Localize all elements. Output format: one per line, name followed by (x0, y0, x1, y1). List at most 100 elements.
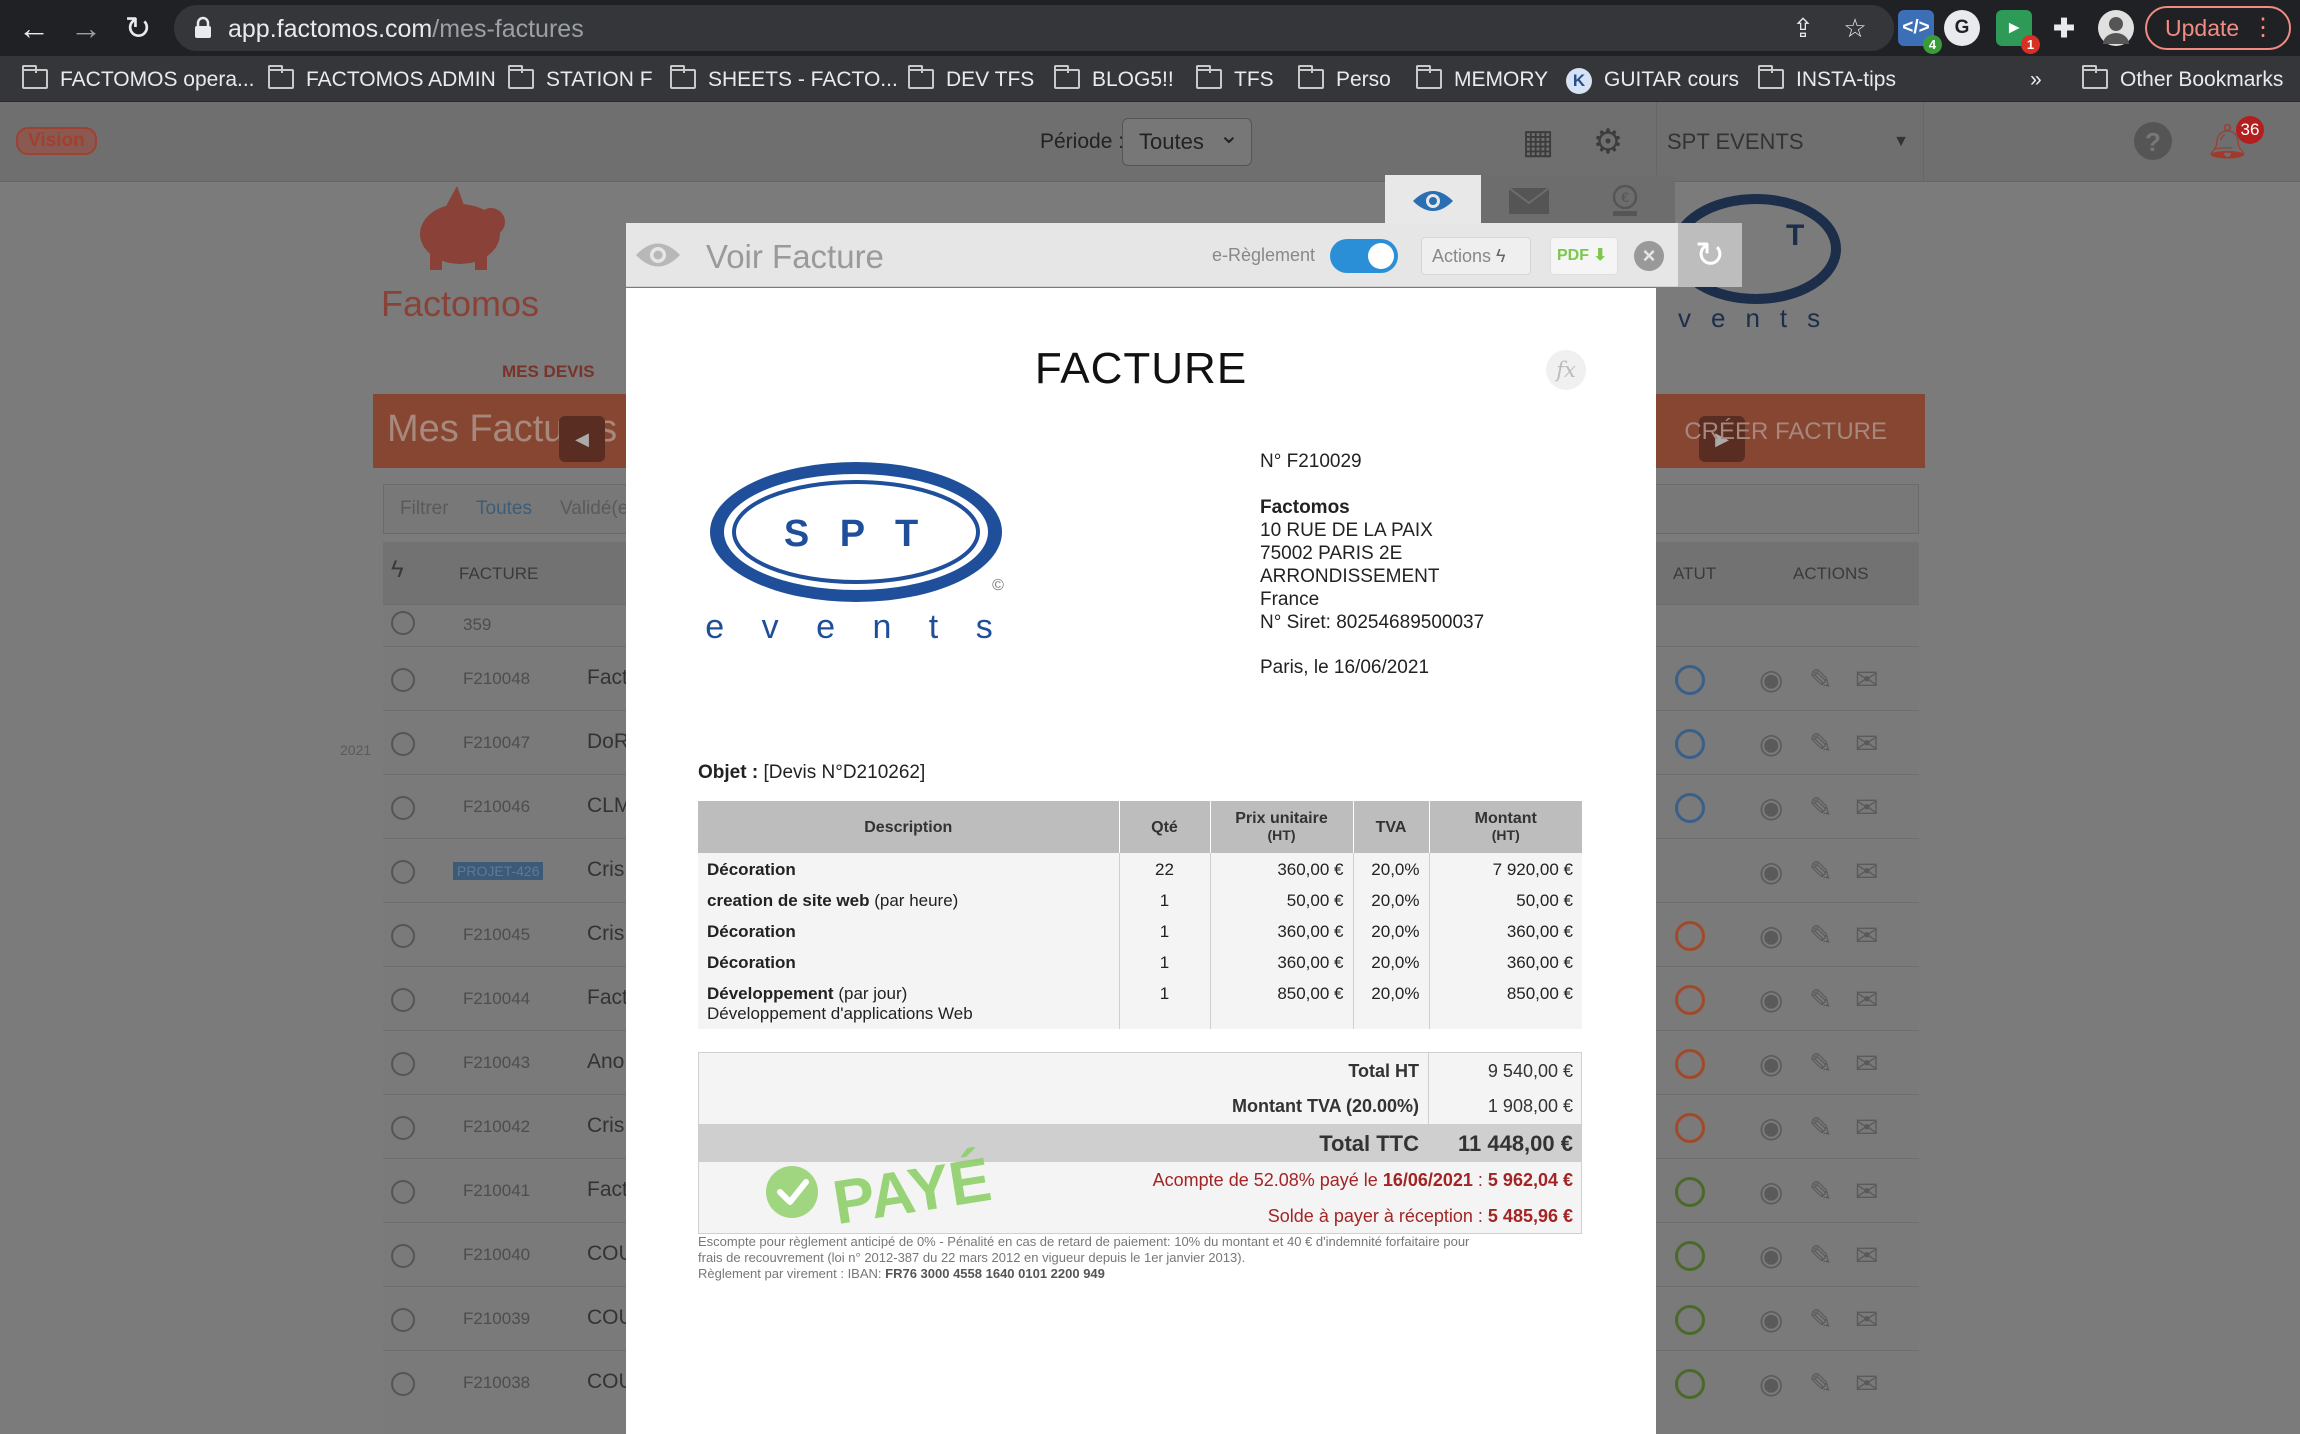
view-eye-icon[interactable]: ◉ (1759, 1111, 1783, 1144)
formula-fx-icon[interactable]: fx (1546, 350, 1586, 390)
row-select-radio[interactable] (391, 1372, 415, 1396)
view-eye-icon[interactable]: ◉ (1759, 1239, 1783, 1272)
invoice-number[interactable]: F210048 (463, 669, 530, 689)
filter-validees[interactable]: Validé(e (560, 498, 628, 520)
column-statut[interactable]: ATUT (1673, 564, 1716, 584)
edit-pencil-icon[interactable]: ✎ (1809, 1047, 1832, 1080)
view-eye-icon[interactable]: ◉ (1759, 1175, 1783, 1208)
view-eye-icon[interactable]: ◉ (1759, 919, 1783, 952)
invoice-number[interactable]: F210046 (463, 797, 530, 817)
filter-toutes[interactable]: Toutes (476, 498, 532, 520)
bookmark-folder[interactable]: FACTOMOS ADMIN (268, 65, 496, 94)
tab-view[interactable] (1385, 175, 1481, 223)
column-facture[interactable]: FACTURE (459, 564, 538, 584)
view-eye-icon[interactable]: ◉ (1759, 1303, 1783, 1336)
invoice-number[interactable]: F210045 (463, 925, 530, 945)
edit-pencil-icon[interactable]: ✎ (1809, 791, 1832, 824)
send-envelope-icon[interactable]: ✉ (1855, 791, 1878, 824)
company-select[interactable]: SPT EVENTS ▼ (1656, 102, 1924, 182)
chrome-update-button[interactable]: Update ⋮ (2145, 6, 2291, 50)
more-bookmarks-chevron[interactable]: » (2030, 66, 2042, 94)
edit-pencil-icon[interactable]: ✎ (1809, 1239, 1832, 1272)
carousel-prev-icon[interactable]: ◀ (559, 416, 605, 462)
tab-email[interactable] (1481, 175, 1577, 223)
row-select-radio[interactable] (391, 1244, 415, 1268)
factomos-logo[interactable]: Factomos (380, 182, 540, 325)
bookmark-folder[interactable]: TFS (1196, 65, 1274, 94)
share-icon[interactable]: ⇪ (1786, 11, 1820, 45)
send-envelope-icon[interactable]: ✉ (1855, 1047, 1878, 1080)
row-select-radio[interactable] (391, 1116, 415, 1140)
edit-pencil-icon[interactable]: ✎ (1809, 855, 1832, 888)
forward-arrow-icon[interactable]: → (66, 8, 106, 48)
dev-extension-icon[interactable]: </> 4 (1898, 10, 1942, 54)
view-eye-icon[interactable]: ◉ (1759, 791, 1783, 824)
send-envelope-icon[interactable]: ✉ (1855, 663, 1878, 696)
row-select-radio[interactable] (391, 1308, 415, 1332)
row-select-radio[interactable] (391, 860, 415, 884)
send-envelope-icon[interactable]: ✉ (1855, 727, 1878, 760)
row-select-radio[interactable] (391, 988, 415, 1012)
view-eye-icon[interactable]: ◉ (1759, 663, 1783, 696)
mes-devis-link[interactable]: MES DEVIS (502, 362, 595, 382)
invoice-number[interactable]: F210038 (463, 1373, 530, 1393)
kebab-menu-icon[interactable]: ⋮ (2251, 8, 2275, 48)
send-envelope-icon[interactable]: ✉ (1855, 1111, 1878, 1144)
invoice-number[interactable]: F210041 (463, 1181, 530, 1201)
refresh-icon[interactable]: ↻ (1678, 223, 1742, 287)
bookmark-folder[interactable]: DEV TFS (908, 65, 1034, 94)
grammarly-extension-icon[interactable]: G (1944, 10, 1980, 46)
view-eye-icon[interactable]: ◉ (1759, 855, 1783, 888)
puzzle-extensions-icon[interactable]: ✚ (2046, 10, 2082, 46)
invoice-number[interactable]: PROJET-426 (453, 862, 544, 880)
edit-pencil-icon[interactable]: ✎ (1809, 663, 1832, 696)
invoice-number[interactable]: F210043 (463, 1053, 530, 1073)
edit-pencil-icon[interactable]: ✎ (1809, 727, 1832, 760)
bookmark-folder[interactable]: BLOG5!! (1054, 65, 1174, 94)
edit-pencil-icon[interactable]: ✎ (1809, 1367, 1832, 1400)
view-eye-icon[interactable]: ◉ (1759, 1367, 1783, 1400)
row-select-radio[interactable] (391, 924, 415, 948)
edit-pencil-icon[interactable]: ✎ (1809, 983, 1832, 1016)
view-eye-icon[interactable]: ◉ (1759, 1047, 1783, 1080)
row-select-radio[interactable] (391, 796, 415, 820)
other-bookmarks-folder[interactable]: Other Bookmarks (2082, 65, 2283, 94)
invoice-number[interactable]: F210039 (463, 1309, 530, 1329)
bookmark-folder[interactable]: INSTA-tips (1758, 65, 1896, 94)
send-envelope-icon[interactable]: ✉ (1855, 855, 1878, 888)
row-select-radio[interactable] (391, 1180, 415, 1204)
row-select-radio[interactable] (391, 732, 415, 756)
send-envelope-icon[interactable]: ✉ (1855, 1367, 1878, 1400)
send-envelope-icon[interactable]: ✉ (1855, 1303, 1878, 1336)
close-icon[interactable]: × (1634, 241, 1664, 271)
send-envelope-icon[interactable]: ✉ (1855, 1239, 1878, 1272)
profile-avatar[interactable] (2098, 10, 2134, 46)
row-select-radio[interactable] (391, 1052, 415, 1076)
edit-pencil-icon[interactable]: ✎ (1809, 1175, 1832, 1208)
view-eye-icon[interactable]: ◉ (1759, 727, 1783, 760)
tab-payment[interactable]: € (1577, 175, 1673, 223)
send-envelope-icon[interactable]: ✉ (1855, 1175, 1878, 1208)
periode-select[interactable]: Toutes (1122, 113, 1252, 166)
select-all-radio[interactable] (391, 611, 415, 635)
bookmark-folder[interactable]: STATION F (508, 65, 653, 94)
edit-pencil-icon[interactable]: ✎ (1809, 1111, 1832, 1144)
bookmark-folder[interactable]: Perso (1298, 65, 1391, 94)
invoice-number[interactable]: F210047 (463, 733, 530, 753)
back-arrow-icon[interactable]: ← (14, 8, 54, 48)
edit-pencil-icon[interactable]: ✎ (1809, 919, 1832, 952)
invoice-number[interactable]: F210042 (463, 1117, 530, 1137)
address-bar[interactable]: app.factomos.com/mes-factures ⇪ ☆ (174, 5, 1894, 51)
star-icon[interactable]: ☆ (1838, 11, 1872, 45)
send-envelope-icon[interactable]: ✉ (1855, 983, 1878, 1016)
bookmark-link[interactable]: K GUITAR cours (1566, 66, 1739, 94)
invoice-number[interactable]: F210040 (463, 1245, 530, 1265)
invoice-number[interactable]: F210044 (463, 989, 530, 1009)
row-select-radio[interactable] (391, 668, 415, 692)
gear-icon[interactable]: ⚙ (1588, 122, 1628, 162)
actions-button[interactable]: Actions ϟ (1421, 237, 1531, 275)
pdf-download-button[interactable]: PDF ⬇ (1550, 237, 1618, 275)
green-extension-icon[interactable]: ▸ 1 (1996, 10, 2040, 54)
gift-icon[interactable]: ▦ (1518, 122, 1558, 162)
view-eye-icon[interactable]: ◉ (1759, 983, 1783, 1016)
